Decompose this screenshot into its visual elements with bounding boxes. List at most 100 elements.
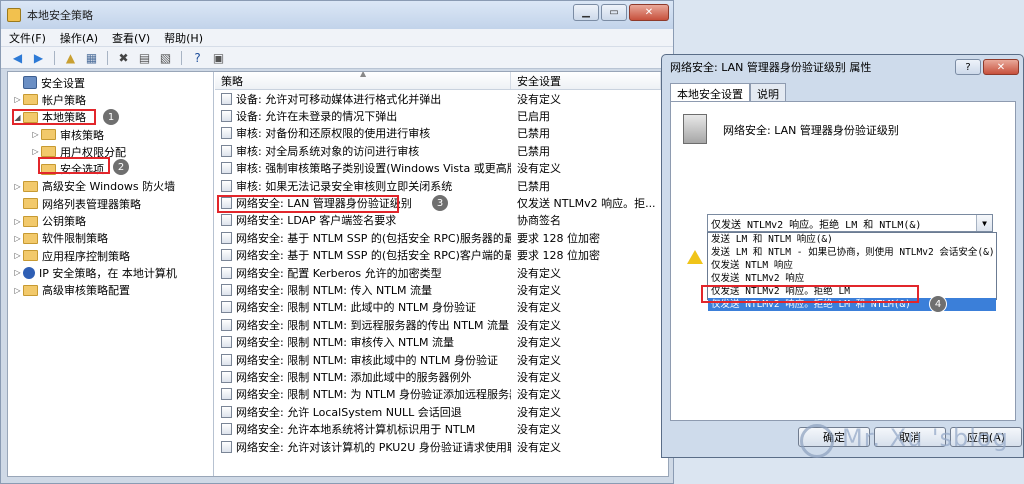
policy-icon: [221, 440, 232, 453]
tree-expander[interactable]: ▷: [12, 286, 23, 295]
table-row[interactable]: 网络安全: 限制 NTLM: 到远程服务器的传出 NTLM 流量 没有定义: [215, 316, 668, 333]
tree-item-label: 审核策略: [60, 128, 104, 142]
table-row[interactable]: 网络安全: LDAP 客户端签名要求 协商签名: [215, 212, 668, 229]
tree-expander[interactable]: ▷: [12, 268, 23, 277]
dialog-close-button[interactable]: ✕: [983, 59, 1019, 75]
folder-icon: [23, 180, 38, 192]
table-row[interactable]: 网络安全: 允许本地系统将计算机标识用于 NTLM 没有定义: [215, 420, 668, 437]
tree-expander[interactable]: ▷: [12, 251, 23, 260]
setting-value: 已启用: [517, 110, 550, 124]
chevron-down-icon[interactable]: ▼: [976, 215, 992, 231]
table-row[interactable]: 设备: 允许对可移动媒体进行格式化并弹出 没有定义: [215, 90, 668, 107]
maximize-button[interactable]: ▭: [601, 4, 627, 21]
setting-value: 没有定义: [517, 318, 561, 332]
menu-file[interactable]: 文件(F): [9, 30, 46, 46]
policy-cell: 设备: 允许在未登录的情况下弹出: [215, 108, 511, 124]
setting-value: 已禁用: [517, 127, 550, 141]
properties-icon[interactable]: ▤: [136, 50, 153, 66]
policy-name: 网络安全: 基于 NTLM SSP 的(包括安全 RPC)客户端的最小...: [236, 249, 511, 263]
tree-expander[interactable]: ▷: [30, 147, 41, 156]
setting-value: 没有定义: [517, 266, 561, 280]
dialog-help-button[interactable]: ?: [955, 59, 981, 75]
tree-expander[interactable]: ▷: [30, 130, 41, 139]
tree-item-network-list-manager[interactable]: 网络列表管理器策略: [8, 195, 213, 212]
tree-item-account-policies[interactable]: ▷ 帐户策略: [8, 91, 213, 108]
tree-item-audit-policy[interactable]: ▷ 审核策略: [8, 126, 213, 143]
table-row[interactable]: 审核: 对全局系统对象的访问进行审核 已禁用: [215, 142, 668, 159]
table-row[interactable]: 网络安全: 允许对该计算机的 PKU2U 身份验证请求使用联... 没有定义: [215, 438, 668, 455]
table-row[interactable]: 网络安全: 限制 NTLM: 审核传入 NTLM 流量 没有定义: [215, 333, 668, 350]
help-icon[interactable]: ?: [189, 50, 206, 66]
policy-icon: [221, 423, 232, 436]
policy-cell: 网络安全: 限制 NTLM: 传入 NTLM 流量: [215, 282, 511, 298]
tree-item-advanced-audit[interactable]: ▷ 高级审核策略配置: [8, 282, 213, 299]
menu-view[interactable]: 查看(V): [112, 30, 150, 46]
setting-value: 没有定义: [517, 353, 561, 367]
policy-name: 审核: 对全局系统对象的访问进行审核: [236, 144, 420, 158]
dropdown-option[interactable]: 发送 LM 和 NTLM - 如果已协商，则使用 NTLMv2 会话安全(&): [708, 246, 996, 259]
tree-item-windows-firewall[interactable]: ▷ 高级安全 Windows 防火墙: [8, 178, 213, 195]
tree-expander[interactable]: ▷: [12, 182, 23, 191]
up-folder-icon[interactable]: ▲: [62, 50, 79, 66]
dialog-panel: 网络安全: LAN 管理器身份验证级别 仅发送 NTLMv2 响应。拒绝 LM …: [670, 101, 1016, 421]
table-row[interactable]: 网络安全: 限制 NTLM: 审核此域中的 NTLM 身份验证 没有定义: [215, 351, 668, 368]
policy-icon: [221, 127, 232, 140]
show-hide-tree-icon[interactable]: ▦: [83, 50, 100, 66]
warning-icon: [687, 250, 703, 264]
delete-icon[interactable]: ✖: [115, 50, 132, 66]
minimize-button[interactable]: ▁: [573, 4, 599, 21]
export-list-icon[interactable]: ▧: [157, 50, 174, 66]
menu-bar: 文件(F) 操作(A) 查看(V) 帮助(H): [1, 29, 673, 47]
tree-item-label: 安全设置: [41, 76, 85, 90]
policy-name: 网络安全: 限制 NTLM: 审核此域中的 NTLM 身份验证: [236, 353, 499, 367]
tree-item-security-settings[interactable]: 安全设置: [8, 74, 213, 91]
table-row[interactable]: 网络安全: 基于 NTLM SSP 的(包括安全 RPC)服务器的最小... 要求…: [215, 229, 668, 246]
table-row[interactable]: 网络安全: 限制 NTLM: 传入 NTLM 流量 没有定义: [215, 281, 668, 298]
column-header-policy[interactable]: ▲ 策略: [215, 72, 511, 89]
tree-item-public-key-policies[interactable]: ▷ 公钥策略: [8, 212, 213, 229]
folder-icon: [23, 284, 38, 296]
tree-expander[interactable]: ▷: [12, 217, 23, 226]
tree-item-app-control[interactable]: ▷ 应用程序控制策略: [8, 247, 213, 264]
menu-action[interactable]: 操作(A): [60, 30, 98, 46]
dropdown-option[interactable]: 发送 LM 和 NTLM 响应(&): [708, 233, 996, 246]
menu-help[interactable]: 帮助(H): [164, 30, 203, 46]
table-row[interactable]: 审核: 如果无法记录安全审核则立即关闭系统 已禁用: [215, 177, 668, 194]
dropdown-option[interactable]: 仅发送 NTLM 响应: [708, 259, 996, 272]
table-row[interactable]: 网络安全: 限制 NTLM: 此域中的 NTLM 身份验证 没有定义: [215, 299, 668, 316]
column-header-setting[interactable]: 安全设置: [511, 72, 661, 89]
tree-expander[interactable]: ▷: [12, 95, 23, 104]
policy-name: 网络安全: 允许本地系统将计算机标识用于 NTLM: [236, 423, 476, 437]
policy-icon: [221, 405, 232, 418]
main-titlebar[interactable]: 本地安全策略 ▁ ▭ ✕: [1, 1, 673, 29]
dropdown-option[interactable]: 仅发送 NTLMv2 响应: [708, 272, 996, 285]
back-arrow-icon[interactable]: ◀: [9, 50, 26, 66]
policy-list: ▲ 策略 安全设置 设备: 允许对可移动媒体进行格式化并弹出 没有定义 设备: 允…: [215, 72, 668, 476]
table-row[interactable]: 网络安全: 配置 Kerberos 允许的加密类型 没有定义: [215, 264, 668, 281]
table-row[interactable]: 审核: 强制审核策略子类别设置(Windows Vista 或更高版本... 没有…: [215, 160, 668, 177]
table-row[interactable]: 网络安全: 基于 NTLM SSP 的(包括安全 RPC)客户端的最小... 要求…: [215, 247, 668, 264]
close-button[interactable]: ✕: [629, 4, 669, 21]
table-row[interactable]: 网络安全: 限制 NTLM: 为 NTLM 身份验证添加远程服务器... 没有定义: [215, 386, 668, 403]
window-controls: ▁ ▭ ✕: [573, 4, 669, 21]
table-row[interactable]: 网络安全: 限制 NTLM: 添加此域中的服务器例外 没有定义: [215, 368, 668, 385]
tree-expander[interactable]: ▷: [12, 234, 23, 243]
table-row[interactable]: 审核: 对备份和还原权限的使用进行审核 已禁用: [215, 125, 668, 142]
highlight-box-lan-manager-row: [217, 195, 399, 213]
policy-name: 设备: 允许在未登录的情况下弹出: [236, 110, 398, 124]
auth-level-dropdown[interactable]: 仅发送 NTLMv2 响应。拒绝 LM 和 NTLM(&) ▼: [707, 214, 993, 232]
table-row[interactable]: 网络安全: 允许 LocalSystem NULL 会话回退 没有定义: [215, 403, 668, 420]
highlight-box-selected-option: [701, 285, 919, 303]
policy-name: 网络安全: 配置 Kerberos 允许的加密类型: [236, 266, 442, 280]
policy-cell: 网络安全: 限制 NTLM: 此域中的 NTLM 身份验证: [215, 299, 511, 315]
policy-icon: [221, 92, 232, 105]
tree-item-software-restriction[interactable]: ▷ 软件限制策略: [8, 230, 213, 247]
step-badge-2: 2: [112, 158, 130, 176]
table-row[interactable]: 设备: 允许在未登录的情况下弹出 已启用: [215, 107, 668, 124]
mmc-view-icon[interactable]: ▣: [210, 50, 227, 66]
dialog-titlebar[interactable]: 网络安全: LAN 管理器身份验证级别 属性 ? ✕: [662, 55, 1023, 79]
tree-item-ip-security[interactable]: ▷ IP 安全策略，在 本地计算机: [8, 264, 213, 281]
folder-icon: [23, 232, 38, 244]
forward-arrow-icon[interactable]: ▶: [30, 50, 47, 66]
dialog-controls: ? ✕: [955, 59, 1019, 75]
